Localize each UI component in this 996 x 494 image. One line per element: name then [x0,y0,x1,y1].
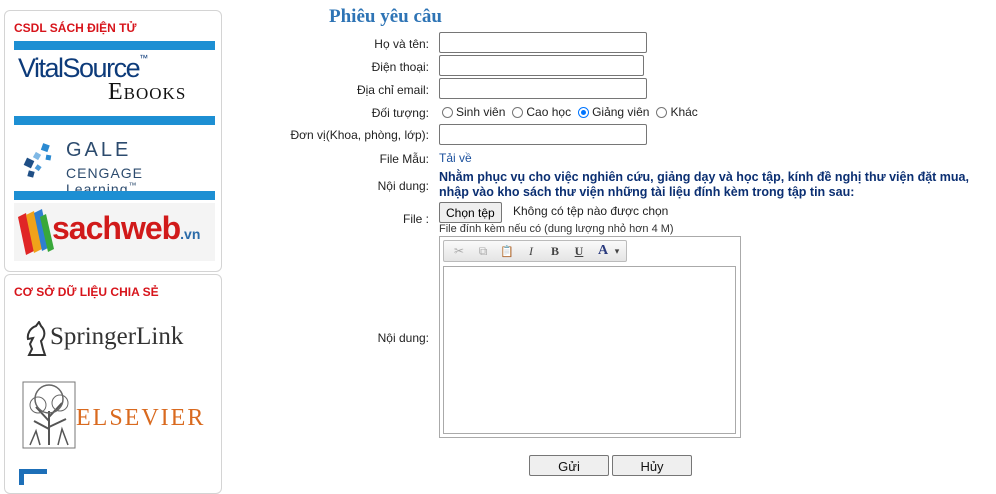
vitalsource-logo-link[interactable]: VitalSource™ Ebooks [14,51,215,123]
books-icon [18,209,54,255]
phone-label: Điện thoại: [371,60,429,74]
radio-button[interactable] [512,106,524,118]
cut-icon[interactable]: ✂ [449,242,469,260]
springerlink-logo-link[interactable]: SpringerLink [14,315,215,363]
italic-button[interactable]: I [521,242,541,260]
partial-logo-icon [19,469,47,485]
editor-content-label: Nội dung: [377,331,429,345]
email-label: Địa chỉ email: [356,83,429,97]
name-label: Họ và tên: [374,37,429,51]
content-label: Nội dung: [377,179,429,193]
unit-input[interactable] [439,124,647,145]
elsevier-logo-link[interactable]: ELSEVIER [14,379,215,451]
sachweb-logo-link[interactable]: sachweb.vn [14,203,215,261]
radio-button[interactable] [442,106,453,118]
springerlink-wordmark: SpringerLink [50,323,184,350]
paste-icon[interactable]: 📋 [497,242,517,260]
target-radio-group: Sinh viên Cao học Giảng viên Khác [442,105,705,119]
download-link[interactable]: Tải về [439,151,472,165]
elsevier-tree-icon [22,381,76,449]
name-input[interactable] [439,32,647,53]
phone-input[interactable] [439,55,644,76]
shared-db-panel-title: CƠ SỞ DỮ LIỆU CHIA SẺ [14,285,159,299]
cancel-button[interactable]: Hủy [612,455,692,476]
choose-file-button[interactable]: Chọn tệp [439,202,502,223]
shared-db-panel: CƠ SỞ DỮ LIỆU CHIA SẺ SpringerLink ELSEV… [4,274,222,494]
sample-file-label: File Mẫu: [379,152,429,166]
target-label: Đối tượng: [371,106,429,120]
ebooks-wordmark: Ebooks [108,79,187,105]
ebooks-panel-title: CSDL SÁCH ĐIỆN TỬ [14,21,137,35]
gale-mark-icon [23,143,52,178]
request-description: Nhằm phục vụ cho việc nghiên cứu, giảng … [439,170,969,199]
file-label: File : [402,212,429,226]
file-size-hint: File đính kèm nếu có (dung lượng nhỏ hơn… [439,223,674,235]
submit-button[interactable]: Gửi [529,455,609,476]
divider-bar [14,41,215,50]
no-file-chosen-text: Không có tệp nào được chọn [513,204,669,218]
radio-option-graduate[interactable]: Cao học [512,105,571,119]
underline-button[interactable]: U [569,242,589,260]
page-title: Phiêu yêu câu [329,6,442,27]
editor-text-area[interactable] [443,266,736,434]
ebooks-panel: CSDL SÁCH ĐIỆN TỬ VitalSource™ Ebooks GA… [4,10,222,272]
sachweb-wordmark: sachweb.vn [52,210,201,246]
radio-option-lecturer[interactable]: Giảng viên [578,105,649,119]
font-color-button[interactable]: A [593,242,613,260]
radio-option-other[interactable]: Khác [656,105,698,119]
copy-icon[interactable]: ⧉ [473,242,493,260]
gale-wordmark: GALE [66,139,132,161]
radio-option-student[interactable]: Sinh viên [442,105,505,119]
editor-toolbar: ✂ ⧉ 📋 I B U A ▾ [443,240,627,262]
elsevier-wordmark: ELSEVIER [76,405,206,431]
email-input[interactable] [439,78,647,99]
divider-bar [14,191,215,200]
rich-text-editor: ✂ ⧉ 📋 I B U A ▾ [439,236,741,438]
radio-button[interactable] [656,106,668,118]
unit-label: Đơn vị(Khoa, phòng, lớp): [290,128,429,142]
bold-button[interactable]: B [545,242,565,260]
divider-bar [14,116,215,125]
gale-logo-link[interactable]: GALE CENGAGE Learning™ [14,127,215,197]
chevron-down-icon[interactable]: ▾ [613,242,621,260]
chess-knight-icon [26,321,47,356]
radio-button-selected[interactable] [578,106,590,118]
